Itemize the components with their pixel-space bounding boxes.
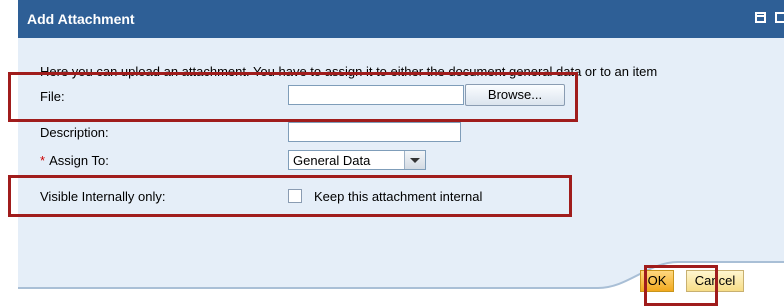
ok-highlight-box: [644, 265, 718, 306]
assign-to-label-text: Assign To:: [49, 153, 109, 168]
add-attachment-dialog: Add Attachment Here you can upload an at…: [18, 0, 784, 306]
dropdown-arrow-icon[interactable]: [404, 151, 425, 169]
visibility-highlight-box: [8, 175, 572, 217]
file-highlight-box: [8, 72, 578, 122]
description-input[interactable]: [288, 122, 461, 142]
description-label: Description:: [40, 125, 109, 140]
dialog-title-bar[interactable]: Add Attachment: [18, 0, 784, 38]
assign-to-value: General Data: [293, 153, 371, 168]
required-marker: *: [40, 153, 46, 168]
dialog-title: Add Attachment: [27, 11, 135, 27]
window-icon[interactable]: [775, 12, 784, 23]
maximize-icon[interactable]: [755, 12, 766, 23]
assign-to-label: * Assign To:: [40, 153, 109, 168]
assign-to-select[interactable]: General Data: [288, 150, 426, 170]
